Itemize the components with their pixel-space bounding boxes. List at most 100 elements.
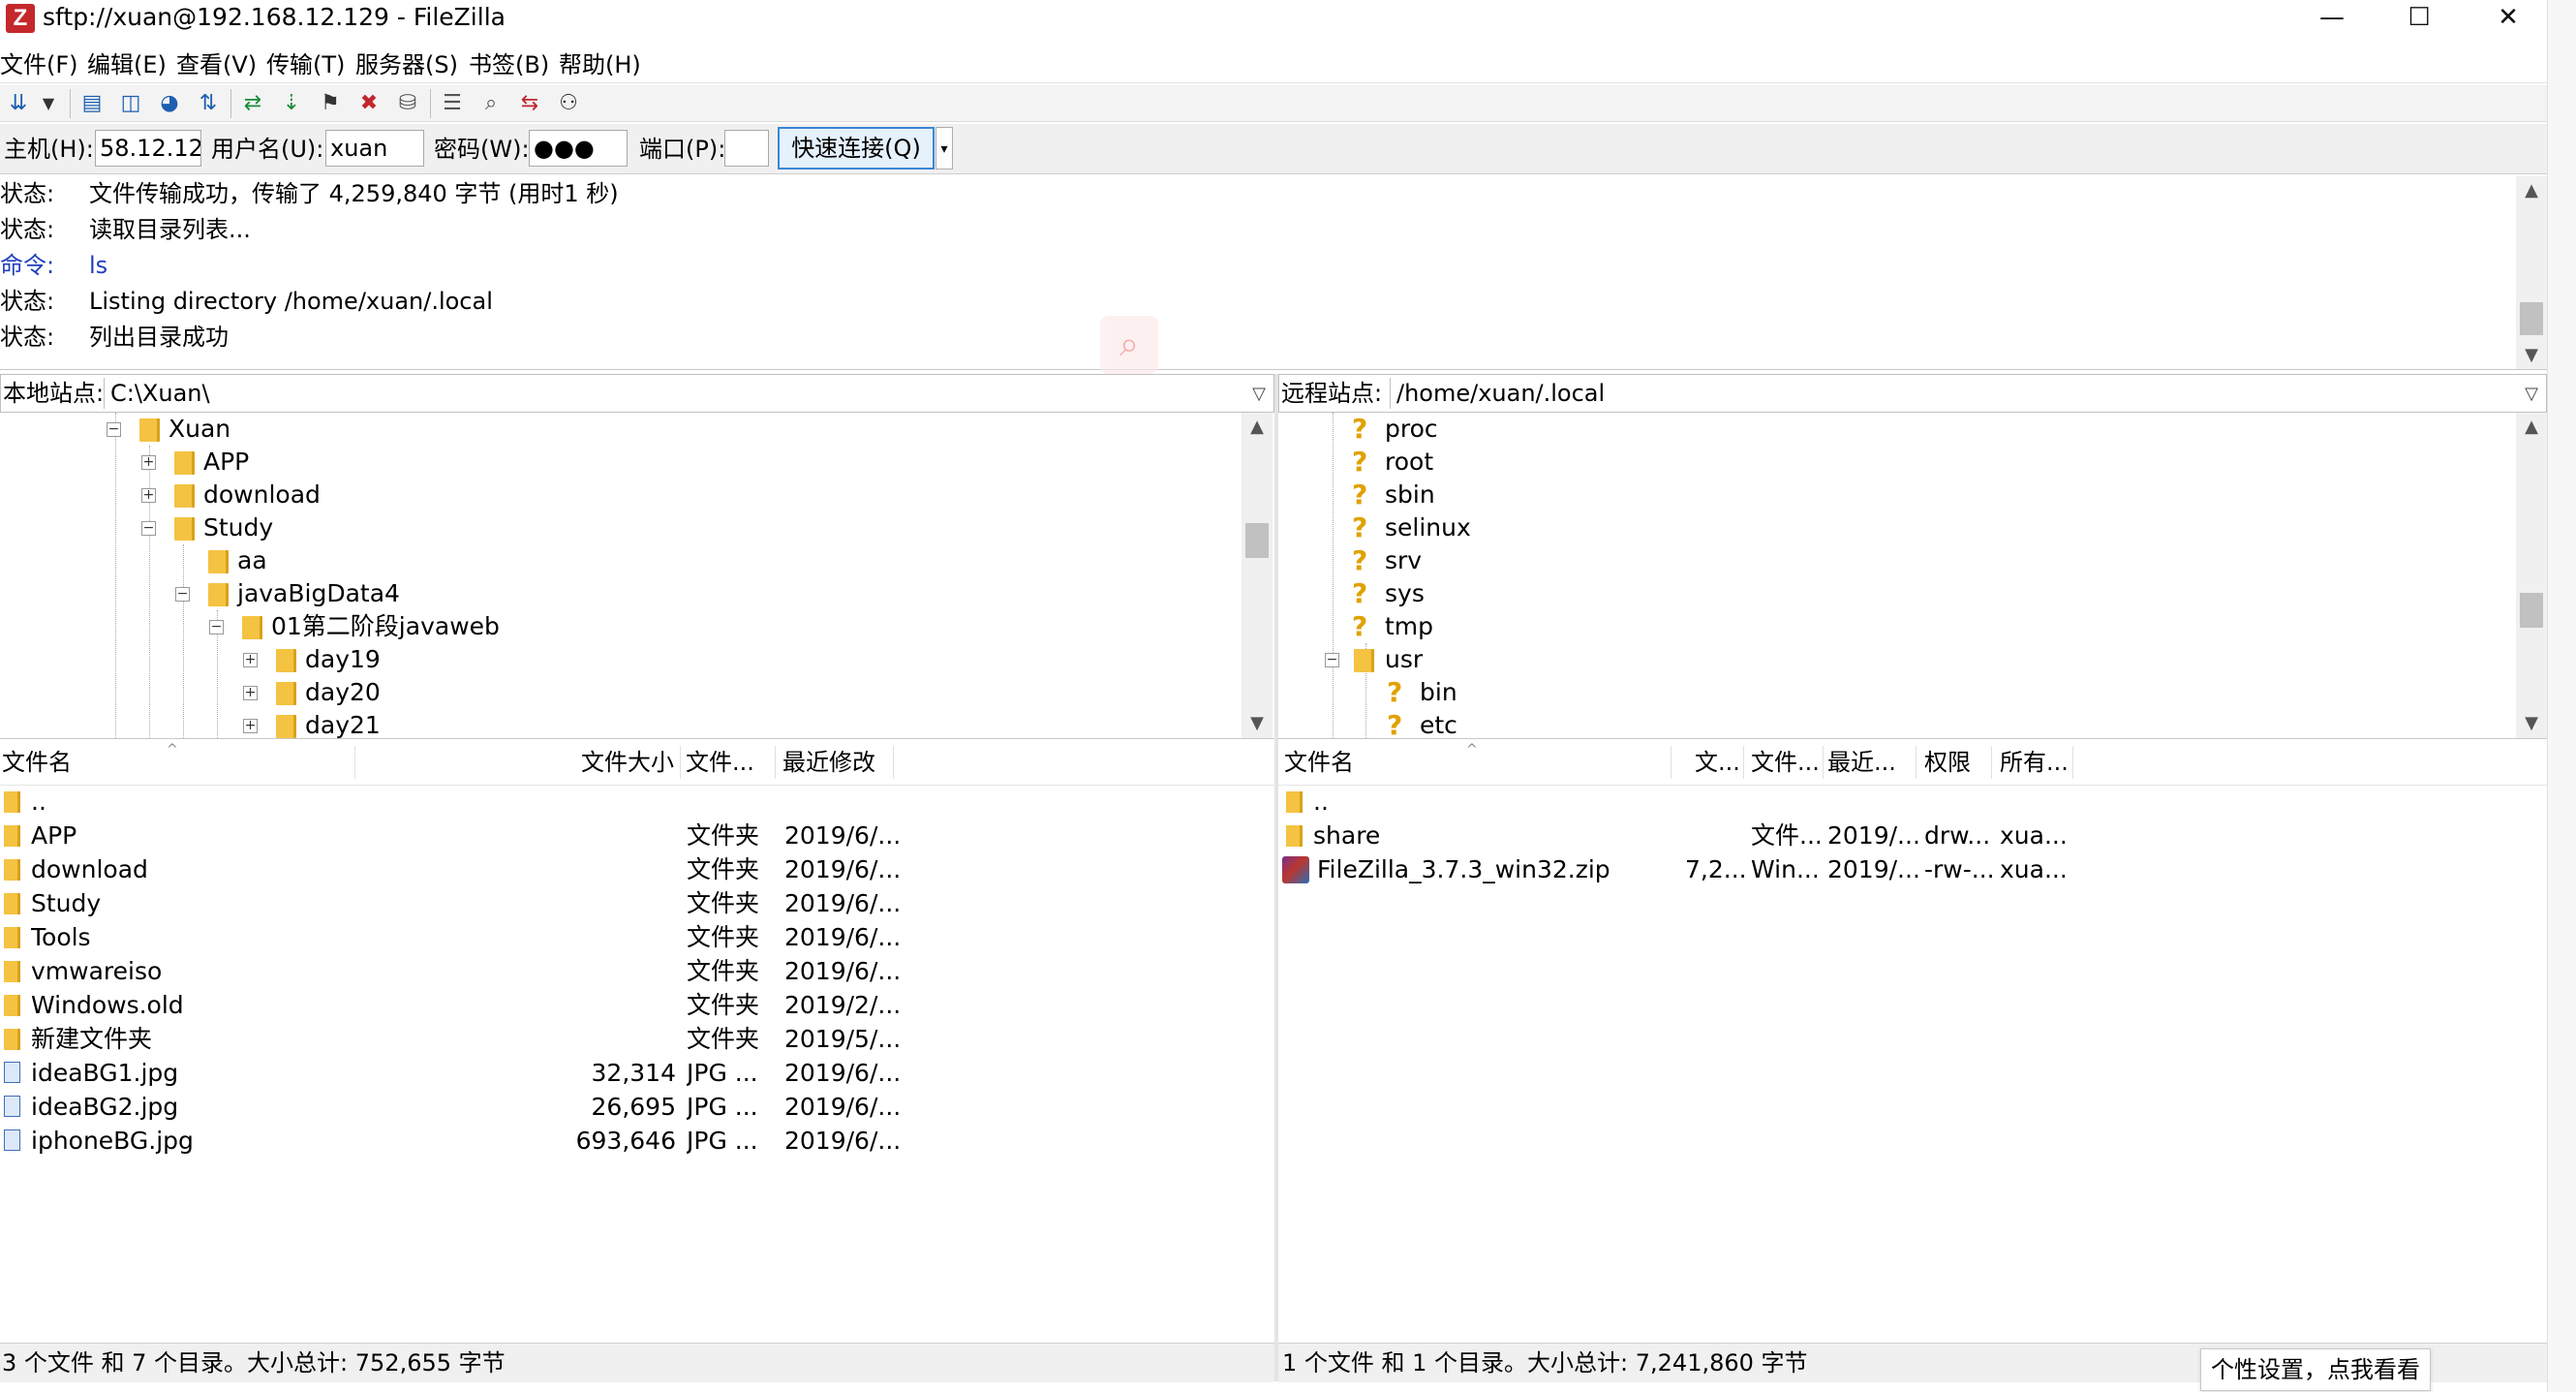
collapse-icon[interactable]: − [141,521,156,536]
column-filesize[interactable]: 文件大小 [581,746,678,779]
filter-icon[interactable]: ☰ [438,90,467,117]
folder-icon [4,893,20,914]
quickconnect-button[interactable]: 快速连接(Q) [778,127,935,170]
menu-view[interactable]: 查看(V) [176,48,257,81]
close-button[interactable]: ✕ [2464,0,2553,37]
compare-icon[interactable]: ⌕ [476,90,506,117]
expand-icon[interactable]: + [243,686,258,700]
customize-button[interactable]: 个性设置，点我看看 [2200,1348,2431,1391]
file-row[interactable]: Windows.old 文件夹 2019/2/... [0,988,1274,1022]
file-row[interactable]: ideaBG2.jpg 26,695 JPG ... 2019/6/... [0,1090,1274,1124]
unknown-folder-icon: ? [1387,709,1403,739]
scroll-up-icon[interactable]: ▲ [1242,413,1273,442]
menu-bar: 文件(F) 编辑(E) 查看(V) 传输(T) 服务器(S) 书签(B) 帮助(… [0,46,2547,83]
column-modified[interactable]: 最近修改 [782,746,899,779]
zip-archive-icon [1282,856,1309,883]
scroll-down-icon[interactable]: ▼ [1242,709,1273,738]
log-scroll-thumb[interactable] [2520,302,2543,335]
file-row[interactable]: 新建文件夹 文件夹 2019/5/... [0,1022,1274,1056]
disconnect-icon[interactable]: ✖ [354,90,383,117]
log-scrollbar[interactable]: ▲ ▼ [2516,176,2547,369]
local-tree-scroll-thumb[interactable] [1245,523,1269,558]
scroll-up-icon[interactable]: ▲ [2516,413,2547,442]
menu-bookmarks[interactable]: 书签(B) [469,48,549,81]
column-owner[interactable]: 所有... [2000,746,2077,779]
scroll-down-icon[interactable]: ▼ [2516,709,2547,738]
minimize-button[interactable]: — [2287,0,2377,37]
folder-icon [174,451,195,475]
window-title: sftp://xuan@192.168.12.129 - FileZilla [43,3,506,31]
file-row[interactable]: Study 文件夹 2019/6/... [0,886,1274,920]
collapse-icon[interactable]: − [1325,653,1339,667]
port-input[interactable] [724,130,769,167]
expand-icon[interactable]: + [243,719,258,733]
file-row[interactable]: vmwareiso 文件夹 2019/6/... [0,954,1274,988]
username-input[interactable]: xuan [325,130,424,167]
menu-file[interactable]: 文件(F) [0,48,78,81]
host-label: 主机(H): [4,136,94,163]
file-row[interactable]: download 文件夹 2019/6/... [0,852,1274,886]
cancel-icon[interactable]: ⚑ [316,90,345,117]
column-filename[interactable]: 文件名 [1284,746,1458,779]
reconnect-icon[interactable]: ⛁ [393,90,422,117]
column-filetype[interactable]: 文件... [686,746,773,779]
expand-icon[interactable]: + [141,455,156,470]
remote-tree-scroll-thumb[interactable] [2520,593,2543,628]
log-message: Listing directory /home/xuan/.local [89,288,493,315]
local-tree-scrollbar[interactable]: ▲ ▼ [1242,413,1273,738]
local-site-bar: 本地站点: C:\Xuan\ ▽ [0,374,1274,413]
toggle-queue-icon[interactable]: ⇅ [194,90,223,117]
menu-transfer[interactable]: 传输(T) [266,48,345,81]
refresh-icon[interactable]: ⇄ [238,90,267,117]
magnifier-icon[interactable]: ⌕ [1100,316,1158,374]
host-input[interactable]: 58.12.129 [95,130,201,167]
process-queue-icon[interactable]: ⇣ [277,90,306,117]
file-row[interactable]: ideaBG1.jpg 32,314 JPG ... 2019/6/... [0,1056,1274,1090]
column-filesize[interactable]: 文... [1695,746,1753,779]
port-label: 端口(P): [639,136,726,163]
file-row[interactable]: share 文件... 2019/... drw... xua... [1278,819,2547,852]
collapse-icon[interactable]: − [107,422,121,437]
toggle-remote-tree-icon[interactable]: ◕ [155,90,184,117]
search-icon[interactable]: ⚇ [554,90,583,117]
chevron-down-icon[interactable]: ▽ [2525,379,2538,410]
menu-server[interactable]: 服务器(S) [355,48,458,81]
scroll-up-icon[interactable]: ▲ [2516,176,2547,205]
title-bar: Z sftp://xuan@192.168.12.129 - FileZilla… [0,0,2547,37]
password-input[interactable]: ●●● [529,130,628,167]
file-row[interactable]: Tools 文件夹 2019/6/... [0,920,1274,954]
collapse-icon[interactable]: − [175,587,190,602]
sync-browse-icon[interactable]: ⇆ [515,90,544,117]
log-type: 状态: [0,180,55,207]
file-row[interactable]: iphoneBG.jpg 693,646 JPG ... 2019/6/... [0,1124,1274,1158]
collapse-icon[interactable]: − [209,620,224,634]
column-filetype[interactable]: 文件... [1751,746,1828,779]
expand-icon[interactable]: + [243,653,258,667]
chevron-down-icon[interactable]: ▽ [1252,379,1266,410]
maximize-button[interactable]: ☐ [2375,0,2464,37]
column-filename[interactable]: 文件名 [2,746,176,779]
toggle-local-tree-icon[interactable]: ◫ [116,90,145,117]
column-permissions[interactable]: 权限 [1924,746,1992,779]
file-row[interactable]: .. [0,785,1274,819]
menu-edit[interactable]: 编辑(E) [87,48,167,81]
toggle-log-icon[interactable]: ▤ [77,90,107,117]
local-path-input[interactable]: C:\Xuan\ [104,378,210,409]
quickconnect-dropdown-button[interactable]: ▾ [935,127,953,170]
folder-icon [174,484,195,508]
log-message: 文件传输成功，传输了 4,259,840 字节 (用时1 秒) [89,180,619,207]
file-row[interactable]: FileZilla_3.7.3_win32.zip 7,2... Win... … [1278,852,2547,886]
dropdown-arrow-icon[interactable]: ▼ [39,90,58,117]
file-row[interactable]: APP 文件夹 2019/6/... [0,819,1274,852]
remote-tree-scrollbar[interactable]: ▲ ▼ [2516,413,2547,738]
scroll-down-icon[interactable]: ▼ [2516,341,2547,369]
expand-icon[interactable]: + [141,488,156,503]
file-row[interactable]: .. [1278,785,2547,819]
unknown-folder-icon: ? [1352,511,1368,543]
menu-help[interactable]: 帮助(H) [559,48,641,81]
folder-icon [276,715,296,738]
site-manager-icon[interactable]: ⇊ [4,90,33,117]
folder-icon [4,1029,20,1050]
column-modified[interactable]: 最近... [1827,746,1905,779]
remote-path-input[interactable]: /home/xuan/.local [1390,378,1605,409]
